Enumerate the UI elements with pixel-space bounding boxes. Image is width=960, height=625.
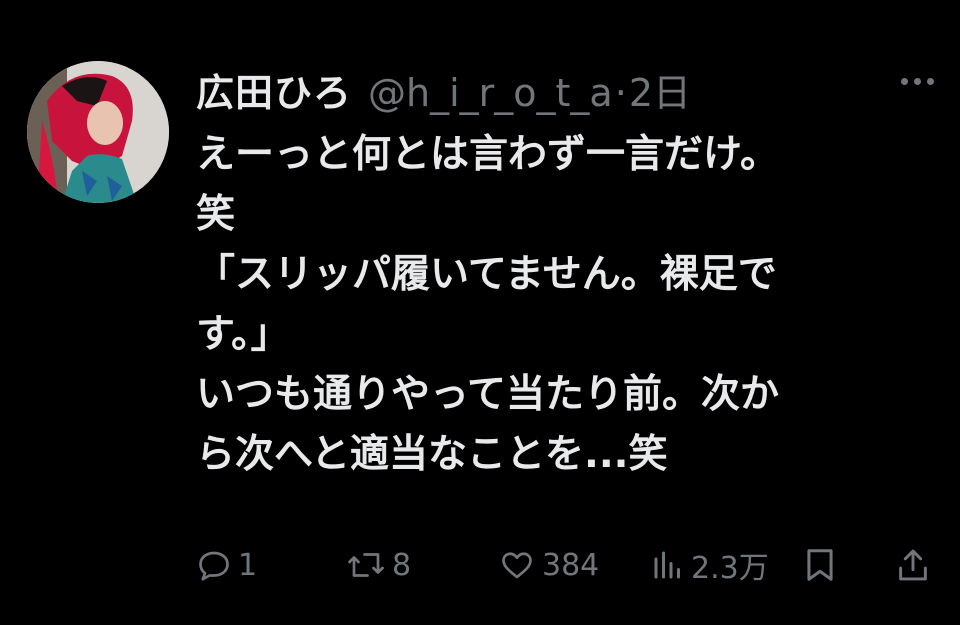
reply-count: 1 (238, 547, 258, 583)
retweet-count: 8 (392, 547, 412, 583)
retweet-icon (348, 553, 384, 577)
user-handle[interactable]: @h_i_r_o_t_a (368, 71, 613, 115)
heart-icon (502, 552, 532, 579)
reply-icon (199, 551, 229, 581)
tweet[interactable]: 広田ひろ @h_i_r_o_t_a · 2日 えーっと何とは言わず一言だけ。 笑… (0, 0, 960, 625)
tweet-text-line: 「スリッパ履いてません。裸足で (196, 252, 777, 297)
views-count: 2.3万 (691, 551, 769, 586)
tweet-text: えーっと何とは言わず一言だけ。 笑 「スリッパ履いてません。裸足で す。」 いつ… (196, 125, 936, 485)
like-button[interactable]: 384 (498, 540, 599, 590)
display-name[interactable]: 広田ひろ (196, 62, 352, 117)
tweet-text-line: す。」 (196, 312, 290, 357)
bookmark-icon (807, 549, 833, 581)
separator-dot: · (614, 71, 627, 115)
avatar[interactable] (27, 61, 169, 203)
tweet-text-line: いつも通りやって当たり前。次か (196, 372, 780, 417)
views-icon (654, 551, 680, 579)
action-bar: 1 8 384 2.3万 (196, 540, 936, 590)
tweet-text-line: ら次へと適当なことを...笑 (196, 432, 668, 477)
tweet-text-line: えーっと何とは言わず一言だけ。 (196, 132, 780, 177)
like-count: 384 (542, 547, 600, 583)
share-button[interactable] (896, 540, 930, 590)
timestamp[interactable]: 2日 (629, 62, 691, 117)
reply-button[interactable]: 1 (196, 540, 257, 590)
bookmark-button[interactable] (804, 540, 836, 590)
more-icon[interactable] (901, 78, 934, 85)
avatar-image (27, 61, 169, 203)
share-icon (899, 549, 927, 581)
tweet-header: 広田ひろ @h_i_r_o_t_a · 2日 (196, 62, 691, 118)
tweet-text-line: 笑 (196, 192, 236, 237)
retweet-button[interactable]: 8 (346, 540, 411, 590)
views-button[interactable]: 2.3万 (651, 540, 769, 590)
